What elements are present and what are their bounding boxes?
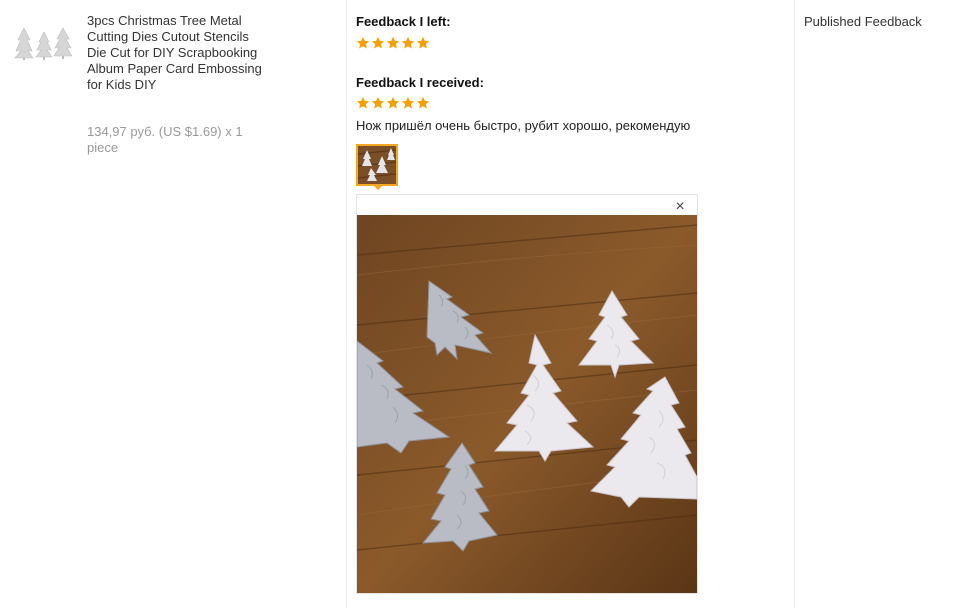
feedback-left-stars <box>356 36 430 50</box>
feedback-received-heading: Feedback I received: <box>356 75 484 90</box>
star-icon <box>371 36 385 50</box>
feedback-photo[interactable] <box>356 215 698 593</box>
star-icon <box>416 36 430 50</box>
feedback-received-stars <box>356 96 430 110</box>
column-divider <box>346 0 347 608</box>
feedback-status: Published Feedback <box>804 14 922 29</box>
product-title-link[interactable]: 3pcs Christmas Tree Metal Cutting Dies C… <box>87 13 262 93</box>
christmas-tree-dies-photo <box>356 215 698 593</box>
star-icon <box>356 96 370 110</box>
feedback-comment: Нож пришёл очень быстро, рубит хорошо, р… <box>356 118 691 133</box>
star-icon <box>371 96 385 110</box>
star-icon <box>386 36 400 50</box>
order-feedback-panel: 3pcs Christmas Tree Metal Cutting Dies C… <box>0 0 963 608</box>
close-icon[interactable]: × <box>673 199 687 215</box>
christmas-tree-dies-icon <box>14 27 73 60</box>
column-divider <box>794 0 795 608</box>
photo-viewer: × <box>356 194 698 594</box>
star-icon <box>416 96 430 110</box>
thumbnail-pointer <box>372 184 384 190</box>
star-icon <box>401 36 415 50</box>
star-icon <box>401 96 415 110</box>
product-price: 134,97 руб. (US $1.69) x 1 piece <box>87 124 243 155</box>
christmas-tree-dies-photo-thumb <box>358 146 396 184</box>
product-thumbnail[interactable] <box>14 26 76 60</box>
star-icon <box>386 96 400 110</box>
feedback-left-heading: Feedback I left: <box>356 14 451 29</box>
feedback-photo-thumbnail[interactable] <box>356 144 398 186</box>
star-icon <box>356 36 370 50</box>
